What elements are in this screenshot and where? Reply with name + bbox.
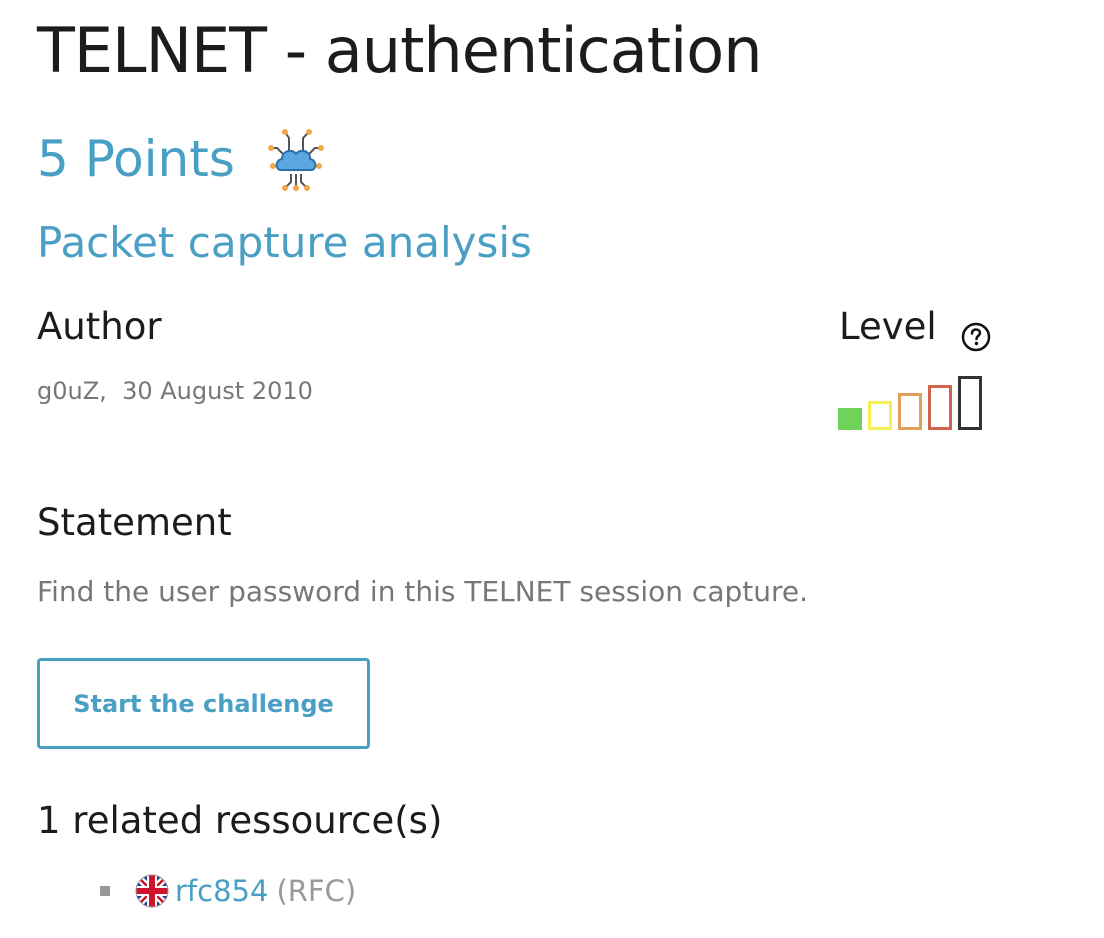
author-heading: Author (37, 305, 162, 348)
challenge-page: TELNET - authentication 5 Points Packet … (37, 0, 1077, 938)
statement-text: Find the user password in this TELNET se… (37, 575, 808, 608)
level-bar (928, 385, 952, 430)
network-cloud-icon (263, 126, 329, 192)
author-name[interactable]: g0uZ (37, 377, 99, 405)
start-challenge-button[interactable]: Start the challenge (37, 658, 370, 749)
resource-type: (RFC) (276, 874, 357, 908)
list-item: rfc854 (RFC) (100, 868, 356, 914)
author-separator: , (99, 377, 107, 405)
points-row: 5 Points (37, 124, 329, 194)
points-value: 5 Points (37, 130, 235, 188)
publication-date: 30 August 2010 (122, 377, 313, 405)
level-heading: Level (839, 302, 991, 352)
page-title: TELNET - authentication (37, 14, 763, 87)
author-line: g0uZ, 30 August 2010 (37, 376, 313, 406)
level-bar (958, 376, 982, 430)
level-bar (868, 401, 892, 430)
statement-heading: Statement (37, 501, 232, 544)
level-heading-label: Level (839, 305, 937, 348)
category-label[interactable]: Packet capture analysis (37, 214, 532, 272)
difficulty-level-bars (838, 372, 998, 430)
related-resources-list: rfc854 (RFC) (100, 868, 356, 914)
list-bullet (100, 886, 110, 896)
uk-flag-icon (135, 874, 169, 908)
level-bar (898, 393, 922, 430)
resource-link[interactable]: rfc854 (175, 874, 268, 908)
level-bar (838, 408, 862, 430)
question-circle-icon[interactable] (961, 315, 991, 352)
related-resources-heading: 1 related ressource(s) (37, 799, 443, 842)
